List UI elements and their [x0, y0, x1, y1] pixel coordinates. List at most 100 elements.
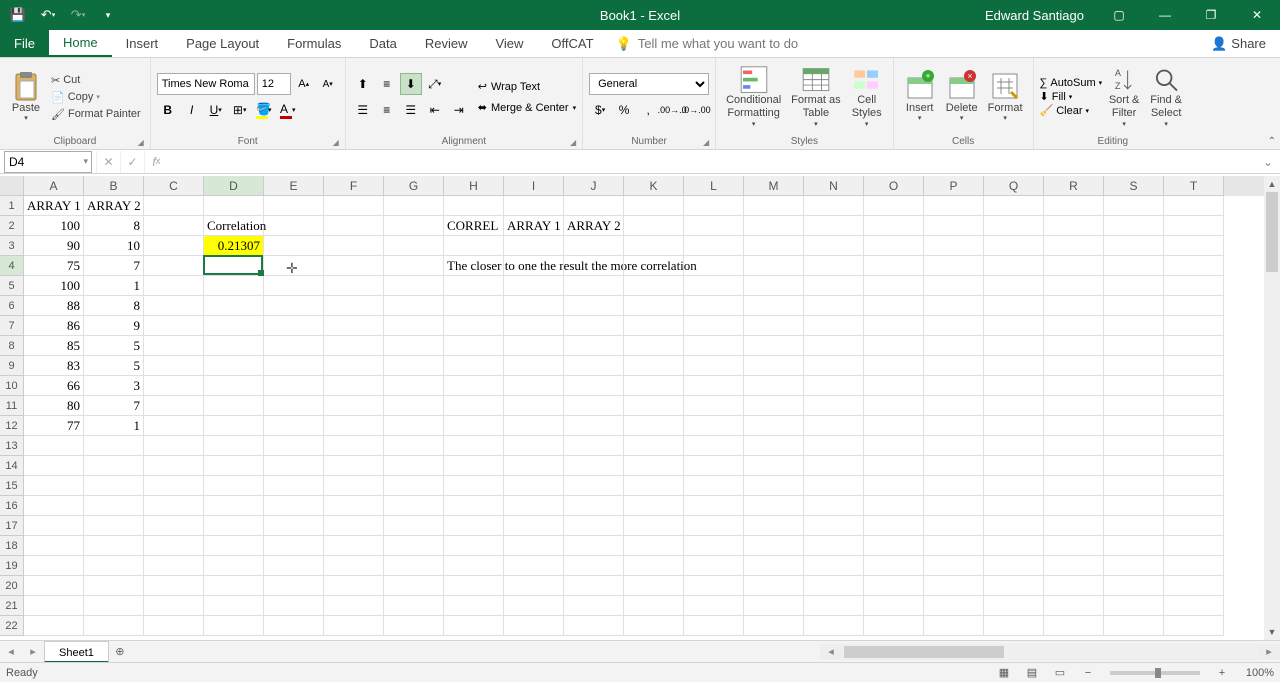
cell-Q7[interactable]: [984, 316, 1044, 336]
align-center-button[interactable]: ≡: [376, 99, 398, 121]
cell-A19[interactable]: [24, 556, 84, 576]
cell-E5[interactable]: [264, 276, 324, 296]
cell-M12[interactable]: [744, 416, 804, 436]
row-header-17[interactable]: 17: [0, 516, 24, 536]
sort-filter-button[interactable]: AZSort & Filter▾: [1104, 63, 1144, 131]
copy-button[interactable]: 📄Copy▾: [48, 90, 144, 105]
cell-P9[interactable]: [924, 356, 984, 376]
cell-Q21[interactable]: [984, 596, 1044, 616]
cell-G6[interactable]: [384, 296, 444, 316]
cell-I3[interactable]: [504, 236, 564, 256]
cell-B22[interactable]: [84, 616, 144, 636]
cell-D2[interactable]: Correlation: [204, 216, 264, 236]
align-bottom-button[interactable]: ⬇: [400, 73, 422, 95]
cell-L16[interactable]: [684, 496, 744, 516]
cell-B17[interactable]: [84, 516, 144, 536]
cell-H18[interactable]: [444, 536, 504, 556]
cell-C17[interactable]: [144, 516, 204, 536]
save-button[interactable]: 💾: [4, 1, 32, 29]
cell-Q18[interactable]: [984, 536, 1044, 556]
increase-decimal-button[interactable]: .00→.0: [661, 99, 683, 121]
cell-B1[interactable]: ARRAY 2: [84, 196, 144, 216]
align-right-button[interactable]: ☰: [400, 99, 422, 121]
cell-Q1[interactable]: [984, 196, 1044, 216]
cell-T10[interactable]: [1164, 376, 1224, 396]
cell-K6[interactable]: [624, 296, 684, 316]
cell-M7[interactable]: [744, 316, 804, 336]
cell-A9[interactable]: 83: [24, 356, 84, 376]
cell-R1[interactable]: [1044, 196, 1104, 216]
cell-I9[interactable]: [504, 356, 564, 376]
cell-D13[interactable]: [204, 436, 264, 456]
cell-O1[interactable]: [864, 196, 924, 216]
cell-Q12[interactable]: [984, 416, 1044, 436]
cell-O6[interactable]: [864, 296, 924, 316]
cell-L2[interactable]: [684, 216, 744, 236]
cell-G14[interactable]: [384, 456, 444, 476]
cell-C16[interactable]: [144, 496, 204, 516]
cell-L14[interactable]: [684, 456, 744, 476]
cell-F6[interactable]: [324, 296, 384, 316]
cell-J20[interactable]: [564, 576, 624, 596]
cell-E21[interactable]: [264, 596, 324, 616]
cell-Q22[interactable]: [984, 616, 1044, 636]
cell-N1[interactable]: [804, 196, 864, 216]
cell-N16[interactable]: [804, 496, 864, 516]
cell-H19[interactable]: [444, 556, 504, 576]
cell-A4[interactable]: 75: [24, 256, 84, 276]
cell-G18[interactable]: [384, 536, 444, 556]
cell-I8[interactable]: [504, 336, 564, 356]
cell-H12[interactable]: [444, 416, 504, 436]
cell-Q9[interactable]: [984, 356, 1044, 376]
cell-D12[interactable]: [204, 416, 264, 436]
cell-H16[interactable]: [444, 496, 504, 516]
hscroll-left[interactable]: ◂: [820, 645, 842, 658]
cell-Q3[interactable]: [984, 236, 1044, 256]
underline-button[interactable]: U▾: [205, 99, 227, 121]
cell-P12[interactable]: [924, 416, 984, 436]
cell-G1[interactable]: [384, 196, 444, 216]
cell-M20[interactable]: [744, 576, 804, 596]
cell-K11[interactable]: [624, 396, 684, 416]
cell-C10[interactable]: [144, 376, 204, 396]
cell-Q4[interactable]: [984, 256, 1044, 276]
cell-L11[interactable]: [684, 396, 744, 416]
cell-F20[interactable]: [324, 576, 384, 596]
cell-C15[interactable]: [144, 476, 204, 496]
cell-A2[interactable]: 100: [24, 216, 84, 236]
cell-G11[interactable]: [384, 396, 444, 416]
cell-H3[interactable]: [444, 236, 504, 256]
cell-H6[interactable]: [444, 296, 504, 316]
cell-K13[interactable]: [624, 436, 684, 456]
insert-function-button[interactable]: fx: [144, 151, 168, 173]
cell-A20[interactable]: [24, 576, 84, 596]
comma-format-button[interactable]: ,: [637, 99, 659, 121]
cell-J17[interactable]: [564, 516, 624, 536]
cell-N12[interactable]: [804, 416, 864, 436]
cell-M8[interactable]: [744, 336, 804, 356]
cell-R19[interactable]: [1044, 556, 1104, 576]
cell-P5[interactable]: [924, 276, 984, 296]
cell-P19[interactable]: [924, 556, 984, 576]
cell-P2[interactable]: [924, 216, 984, 236]
cell-D14[interactable]: [204, 456, 264, 476]
cell-L17[interactable]: [684, 516, 744, 536]
cell-E13[interactable]: [264, 436, 324, 456]
cell-E18[interactable]: [264, 536, 324, 556]
share-button[interactable]: 👤 Share: [1197, 30, 1280, 57]
cell-S11[interactable]: [1104, 396, 1164, 416]
cell-Q6[interactable]: [984, 296, 1044, 316]
tab-view[interactable]: View: [481, 30, 537, 57]
cell-G19[interactable]: [384, 556, 444, 576]
tab-formulas[interactable]: Formulas: [273, 30, 355, 57]
cell-S16[interactable]: [1104, 496, 1164, 516]
cell-S15[interactable]: [1104, 476, 1164, 496]
cell-M4[interactable]: [744, 256, 804, 276]
cell-R18[interactable]: [1044, 536, 1104, 556]
cell-R13[interactable]: [1044, 436, 1104, 456]
cell-G9[interactable]: [384, 356, 444, 376]
tab-offcat[interactable]: OffCAT: [537, 30, 607, 57]
row-header-4[interactable]: 4: [0, 256, 24, 276]
cell-C21[interactable]: [144, 596, 204, 616]
col-header-G[interactable]: G: [384, 176, 444, 196]
